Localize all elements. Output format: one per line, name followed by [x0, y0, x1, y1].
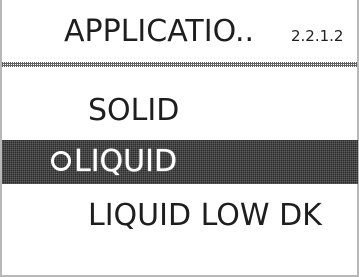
- menu-header: APPLICATIO.. 2.2.1.2: [2, 0, 357, 67]
- radio-selected-icon: [51, 151, 71, 171]
- option-liquid[interactable]: LIQUID: [2, 140, 358, 184]
- page-title: APPLICATIO..: [64, 14, 255, 49]
- application-menu-screen: APPLICATIO.. 2.2.1.2 SOLID LIQUID LIQUID…: [0, 0, 359, 277]
- header-divider: [2, 62, 357, 67]
- option-label: LIQUID: [74, 144, 178, 179]
- option-label: SOLID: [88, 93, 180, 128]
- option-label: LIQUID LOW DK: [88, 198, 322, 233]
- menu-id-label: 2.2.1.2: [291, 27, 344, 45]
